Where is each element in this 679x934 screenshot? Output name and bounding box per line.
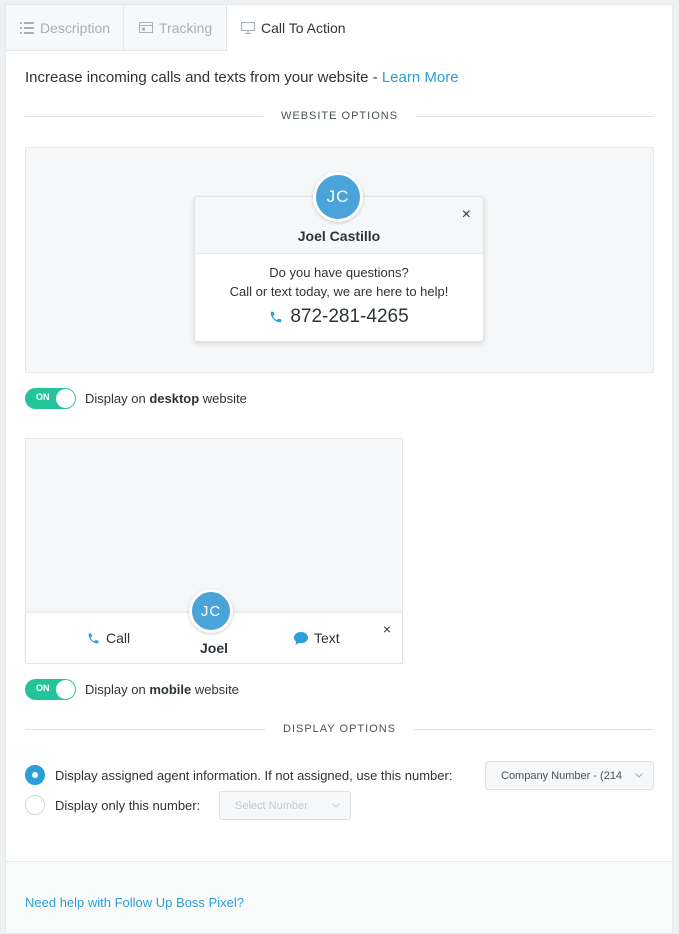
- list-icon: [20, 21, 34, 35]
- divider: [414, 728, 655, 730]
- toggle-state: ON: [36, 683, 50, 693]
- toggle-state: ON: [36, 392, 50, 402]
- desktop-toggle-row: ON Display on desktop website: [25, 388, 247, 409]
- mobile-toggle[interactable]: ON: [25, 679, 76, 700]
- toggle-label-bold: desktop: [149, 391, 200, 406]
- tab-bar: Description Tracking Call To Action: [6, 5, 672, 51]
- divider: [25, 115, 263, 117]
- popup-phone: 872-281-4265: [195, 307, 483, 326]
- mobile-toggle-label: Display on mobile website: [85, 682, 239, 697]
- only-number-label: Display only this number:: [55, 797, 201, 813]
- toggle-knob: [56, 680, 75, 699]
- tab-call-to-action[interactable]: Call To Action: [227, 5, 367, 51]
- tab-tracking-label: Tracking: [159, 19, 213, 36]
- tab-description-label: Description: [40, 19, 111, 36]
- tab-description[interactable]: Description: [6, 5, 124, 51]
- display-options-header: DISPLAY OPTIONS: [25, 721, 655, 737]
- avatar: JC: [189, 589, 233, 633]
- intro-description: Increase incoming calls and texts from y…: [25, 69, 382, 86]
- close-icon[interactable]: ×: [383, 621, 391, 637]
- display-options-label: DISPLAY OPTIONS: [283, 723, 397, 735]
- divider: [416, 115, 655, 117]
- toggle-label-suffix: website: [199, 391, 247, 406]
- tab-tracking[interactable]: Tracking: [124, 5, 227, 51]
- select-number-placeholder: Select Number: [235, 799, 308, 812]
- desktop-toggle[interactable]: ON: [25, 388, 76, 409]
- toggle-label-prefix: Display on: [85, 682, 150, 697]
- tab-call-to-action-label: Call To Action: [261, 20, 346, 36]
- website-options-header: WEBSITE OPTIONS: [25, 108, 655, 124]
- intro-text: Increase incoming calls and texts from y…: [25, 69, 459, 86]
- footer: Need help with Follow Up Boss Pixel?: [6, 861, 672, 933]
- learn-more-link[interactable]: Learn More: [382, 69, 459, 86]
- close-icon[interactable]: ×: [462, 206, 471, 224]
- company-number-select[interactable]: Company Number - (214: [485, 761, 654, 790]
- phone-icon: [269, 310, 283, 324]
- phone-number: 872-281-4265: [290, 306, 409, 327]
- text-label: Text: [314, 630, 340, 646]
- monitor-icon: [241, 21, 255, 35]
- toggle-knob: [56, 389, 75, 408]
- divider: [25, 728, 265, 730]
- avatar: JC: [313, 172, 363, 222]
- help-link[interactable]: Need help with Follow Up Boss Pixel?: [25, 895, 244, 910]
- mobile-preview: Call Joel Text × JC: [25, 438, 403, 664]
- popup-question: Do you have questions?: [269, 265, 409, 280]
- toggle-label-prefix: Display on: [85, 391, 150, 406]
- assigned-agent-label: Display assigned agent information. If n…: [55, 767, 453, 783]
- chevron-down-icon: [332, 800, 340, 810]
- browser-icon: [139, 21, 153, 35]
- agent-first-name: Joel: [199, 640, 228, 656]
- toggle-label-suffix: website: [191, 682, 239, 697]
- select-number-dropdown[interactable]: Select Number: [219, 791, 351, 820]
- agent-name: Joel Castillo: [297, 228, 381, 244]
- popup-body: Do you have questions? Call or text toda…: [195, 254, 483, 326]
- chevron-down-icon: [635, 770, 643, 780]
- popup-message: Call or text today, we are here to help!: [229, 284, 449, 299]
- option-assigned-agent: Display assigned agent information. If n…: [25, 765, 452, 785]
- website-options-label: WEBSITE OPTIONS: [280, 110, 399, 122]
- toggle-label-bold: mobile: [149, 682, 192, 697]
- assigned-agent-radio[interactable]: [25, 765, 45, 785]
- desktop-preview: Joel Castillo × Do you have questions? C…: [25, 147, 654, 373]
- only-number-radio[interactable]: [25, 795, 45, 815]
- mobile-text-button[interactable]: Text: [294, 630, 340, 646]
- company-number-value: Company Number - (214: [501, 769, 623, 782]
- chat-bubble-icon: [294, 631, 308, 645]
- pixel-settings-panel: Description Tracking Call To Action Incr…: [5, 4, 673, 934]
- desktop-toggle-label: Display on desktop website: [85, 391, 247, 406]
- option-only-number: Display only this number:: [25, 795, 200, 815]
- mobile-toggle-row: ON Display on mobile website: [25, 679, 239, 700]
